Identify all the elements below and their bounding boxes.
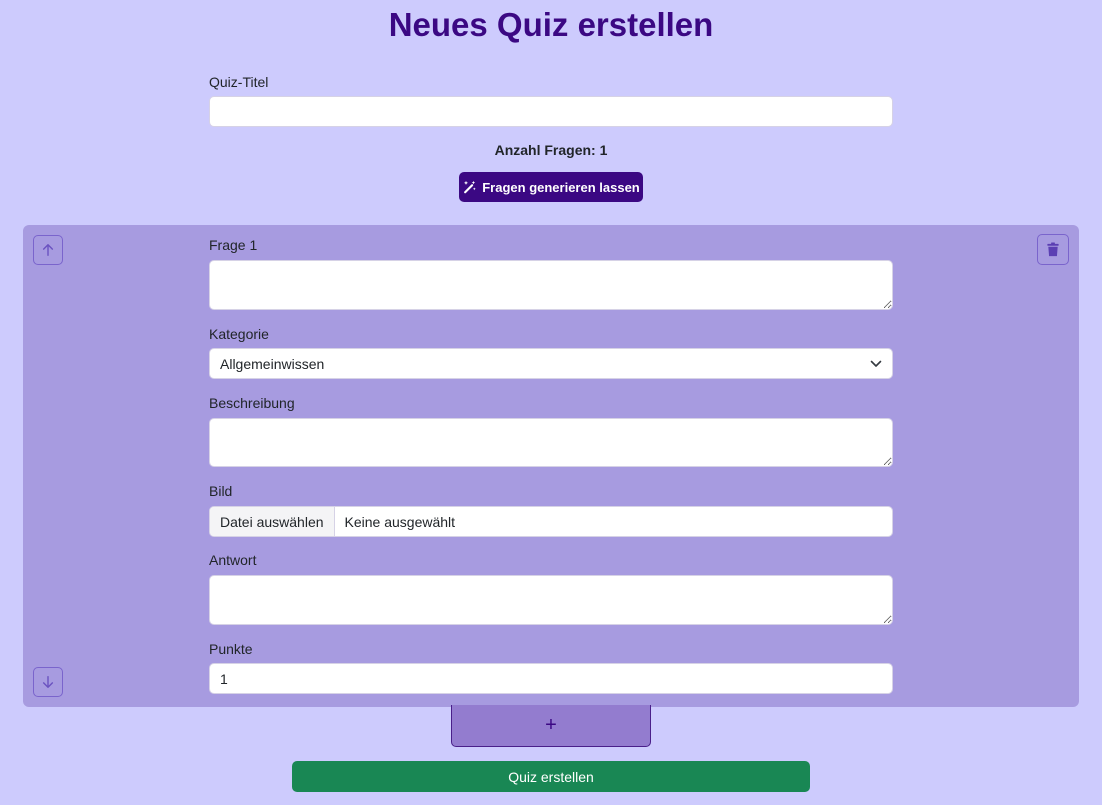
delete-question-button[interactable] <box>1037 234 1069 265</box>
points-label: Punkte <box>209 641 253 657</box>
add-question-label: + <box>545 714 557 736</box>
question-text-input[interactable] <box>209 260 893 310</box>
generate-questions-label: Fragen generieren lassen <box>482 179 640 195</box>
trash-icon <box>1046 242 1060 257</box>
category-select[interactable]: Allgemeinwissen <box>209 348 893 379</box>
description-input[interactable] <box>209 418 893 467</box>
image-file-input[interactable]: Datei auswählen Keine ausgewählt <box>209 506 893 537</box>
category-label: Kategorie <box>209 326 269 342</box>
answer-label: Antwort <box>209 552 257 568</box>
generate-questions-button[interactable]: Fragen generieren lassen <box>459 172 643 202</box>
arrow-up-icon <box>41 243 55 257</box>
create-quiz-button[interactable]: Quiz erstellen <box>292 761 810 792</box>
category-selected-value: Allgemeinwissen <box>220 355 325 372</box>
chevron-down-icon <box>870 360 882 368</box>
add-question-button[interactable]: + <box>451 705 651 747</box>
page-title: Neues Quiz erstellen <box>388 6 714 43</box>
question-count: Anzahl Fragen: 1 <box>494 142 608 158</box>
points-input[interactable] <box>209 663 893 694</box>
move-down-button[interactable] <box>33 667 63 697</box>
move-up-button[interactable] <box>33 235 63 265</box>
question-label: Frage 1 <box>209 237 258 253</box>
arrow-down-icon <box>41 675 55 689</box>
quiz-title-input[interactable] <box>209 96 893 127</box>
description-label: Beschreibung <box>209 395 295 411</box>
image-label: Bild <box>209 483 233 499</box>
file-status: Keine ausgewählt <box>344 513 456 530</box>
choose-file-button[interactable]: Datei auswählen <box>210 507 335 536</box>
answer-input[interactable] <box>209 575 893 625</box>
quiz-title-label: Quiz-Titel <box>209 74 269 90</box>
magic-wand-icon <box>462 180 477 194</box>
